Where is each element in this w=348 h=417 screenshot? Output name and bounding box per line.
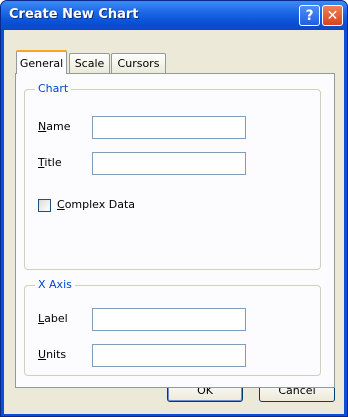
help-icon: ? bbox=[305, 7, 314, 24]
close-icon: ✕ bbox=[326, 7, 339, 24]
create-new-chart-dialog: Create New Chart ? ✕ General Scale Curso… bbox=[0, 0, 348, 417]
general-tab-panel: Chart Name Title Complex Data X Axis Lab… bbox=[15, 73, 335, 388]
chart-group-title: Chart bbox=[35, 82, 72, 95]
dialog-client-area: General Scale Cursors Chart Name Title C… bbox=[4, 30, 344, 414]
tab-general-label: General bbox=[19, 56, 64, 70]
tab-general[interactable]: General bbox=[16, 50, 67, 74]
title-bar[interactable]: Create New Chart ? ✕ bbox=[1, 1, 347, 30]
help-button[interactable]: ? bbox=[299, 5, 320, 26]
complex-data-label-text: omplex Data bbox=[64, 198, 136, 211]
tab-scale-label: Scale bbox=[74, 57, 105, 70]
tab-cursors[interactable]: Cursors bbox=[111, 53, 166, 73]
xaxis-group-title: X Axis bbox=[35, 278, 75, 291]
complex-data-label[interactable]: Complex Data bbox=[57, 198, 135, 211]
xaxis-groupbox: X Axis Label Units bbox=[24, 278, 321, 376]
window-title: Create New Chart bbox=[9, 7, 139, 22]
name-label: Name bbox=[38, 120, 71, 133]
units-label: Units bbox=[38, 348, 67, 361]
tab-cursors-label: Cursors bbox=[117, 57, 160, 70]
xaxis-units-input[interactable] bbox=[92, 344, 246, 367]
name-label-text: ame bbox=[46, 120, 71, 133]
tab-scale[interactable]: Scale bbox=[69, 53, 110, 73]
label-label: Label bbox=[38, 312, 68, 325]
complex-data-checkbox[interactable] bbox=[38, 199, 51, 212]
units-label-text: nits bbox=[46, 348, 67, 361]
xaxis-label-input[interactable] bbox=[92, 308, 246, 331]
close-button[interactable]: ✕ bbox=[322, 5, 343, 26]
title-input[interactable] bbox=[92, 152, 246, 175]
chart-groupbox: Chart Name Title Complex Data bbox=[24, 82, 321, 270]
title-label: Title bbox=[38, 156, 62, 169]
name-input[interactable] bbox=[92, 116, 246, 139]
title-label-text: itle bbox=[44, 156, 62, 169]
label-label-text: abel bbox=[44, 312, 68, 325]
